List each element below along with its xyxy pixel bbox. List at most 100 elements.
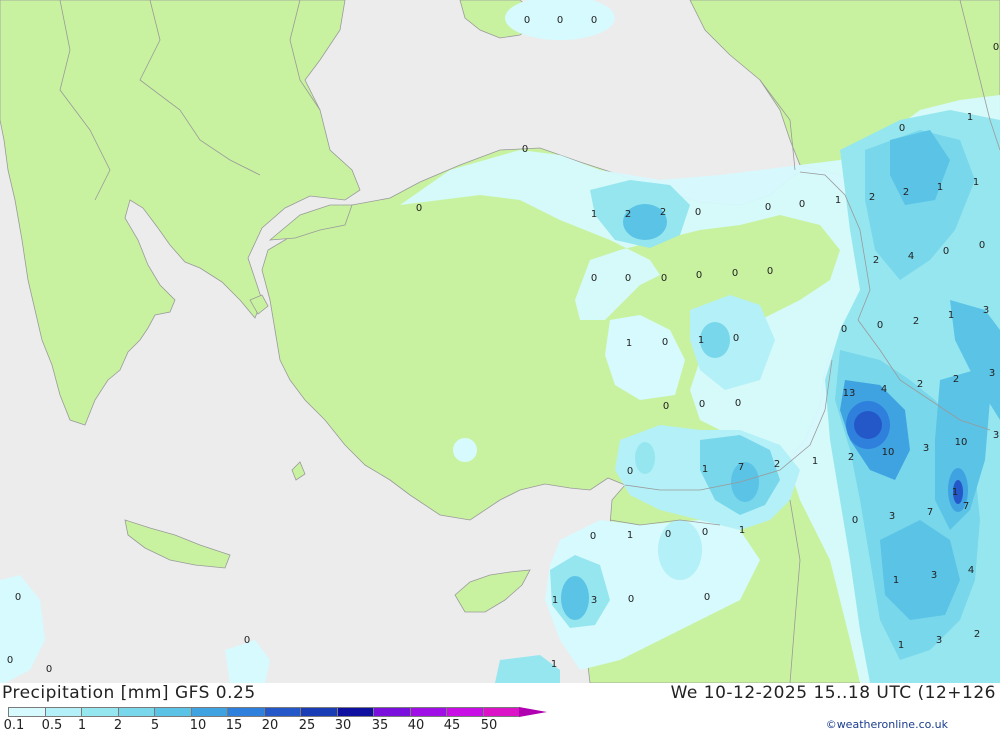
legend-swatch [8, 707, 45, 717]
legend-swatch [482, 707, 519, 717]
map-value: 2 [774, 459, 780, 470]
map-value: 0 [877, 320, 883, 331]
map-value: 3 [923, 443, 929, 454]
map-value: 2 [873, 255, 879, 266]
map-value: 0 [627, 466, 633, 477]
map-value: 3 [993, 430, 999, 441]
map-value: 0 [661, 273, 667, 284]
map-value: 0 [591, 273, 597, 284]
map-value: 0 [557, 15, 563, 26]
map-value: 0 [663, 401, 669, 412]
map-value: 0 [244, 635, 250, 646]
map-value: 0 [46, 664, 52, 675]
legend-swatch [81, 707, 118, 717]
map-value: 1 [952, 487, 958, 498]
map-value: 0 [628, 594, 634, 605]
map-value: 0 [733, 333, 739, 344]
map-value: 3 [931, 570, 937, 581]
credit-link[interactable]: ©weatheronline.co.uk [826, 718, 948, 731]
legend-swatch [300, 707, 337, 717]
map-value: 0 [841, 324, 847, 335]
map-value: 0 [15, 592, 21, 603]
map-value: 1 [627, 530, 633, 541]
legend-label: 20 [261, 718, 279, 733]
legend-label: 5 [150, 718, 160, 733]
map-value: 10 [882, 447, 895, 458]
map-value: 1 [702, 464, 708, 475]
legend-label: 2 [113, 718, 123, 733]
map-value: 1 [898, 640, 904, 651]
map-value: 1 [948, 310, 954, 321]
legend-arrow [519, 707, 547, 717]
map-value: 0 [899, 123, 905, 134]
map-value: 0 [416, 203, 422, 214]
map-title: Precipitation [mm] GFS 0.25 [2, 683, 256, 703]
legend-label: 0.5 [41, 718, 63, 733]
map-value: 3 [936, 635, 942, 646]
map-value: 0 [662, 337, 668, 348]
map-value: 1 [967, 112, 973, 123]
map-value: 0 [591, 15, 597, 26]
map-value: 0 [767, 266, 773, 277]
map-value: 2 [869, 192, 875, 203]
map-value: 0 [704, 592, 710, 603]
map-value: 1 [937, 182, 943, 193]
map-value: 3 [983, 305, 989, 316]
map-value: 0 [799, 199, 805, 210]
map-value: 1 [591, 209, 597, 220]
map-value: 0 [695, 207, 701, 218]
map-value: 2 [917, 379, 923, 390]
map-value: 0 [522, 144, 528, 155]
map-value: 2 [974, 629, 980, 640]
map-value: 4 [908, 251, 914, 262]
legend-swatch [190, 707, 227, 717]
footer: Precipitation [mm] GFS 0.25 We 10-12-202… [0, 683, 1000, 733]
map-value: 1 [698, 335, 704, 346]
legend-colorbar [8, 707, 547, 717]
map-value: 0 [590, 531, 596, 542]
map-value: 0 [699, 399, 705, 410]
map-value: 2 [953, 374, 959, 385]
map-value: 2 [903, 187, 909, 198]
legend-swatch [409, 707, 446, 717]
map-value: 0 [852, 515, 858, 526]
map-value: 0 [696, 270, 702, 281]
legend-swatch [336, 707, 373, 717]
legend-label: 0.1 [3, 718, 25, 733]
map-value: 3 [989, 368, 995, 379]
map-value: 7 [963, 501, 969, 512]
legend-label: 15 [225, 718, 243, 733]
map-value: 1 [552, 595, 558, 606]
legend-label: 10 [189, 718, 207, 733]
map-value: 0 [765, 202, 771, 213]
map-value: 0 [665, 529, 671, 540]
legend-label: 1 [77, 718, 87, 733]
map-value: 2 [913, 316, 919, 327]
precipitation-map: 0 0 0 0 0 0 0 1 1 2 0 0 0 1 2 2 1 1 0 0 … [0, 0, 1000, 684]
map-value: 13 [843, 388, 856, 399]
legend-label: 40 [407, 718, 425, 733]
map-value: 7 [738, 462, 744, 473]
map-value: 7 [927, 507, 933, 518]
map-value: 1 [551, 659, 557, 670]
map-value: 1 [626, 338, 632, 349]
map-value: 3 [889, 511, 895, 522]
legend-swatch [263, 707, 300, 717]
legend-swatch [44, 707, 81, 717]
map-value: 0 [993, 42, 999, 53]
map-value: 4 [881, 384, 887, 395]
map-value: 1 [893, 575, 899, 586]
forecast-datetime: We 10-12-2025 15..18 UTC (12+126 [670, 683, 996, 703]
map-value: 2 [848, 452, 854, 463]
map-value: 0 [979, 240, 985, 251]
legend-label: 50 [480, 718, 498, 733]
legend-swatch [117, 707, 154, 717]
legend-swatch [446, 707, 483, 717]
legend-label: 25 [298, 718, 316, 733]
map-value: 0 [625, 273, 631, 284]
legend-labels: 0.1 0.5 1 2 5 10 15 20 25 30 35 40 45 50 [0, 718, 560, 733]
map-value: 1 [973, 177, 979, 188]
map-value: 0 [943, 246, 949, 257]
map-value: 1 [835, 195, 841, 206]
map-value: 1 [739, 525, 745, 536]
